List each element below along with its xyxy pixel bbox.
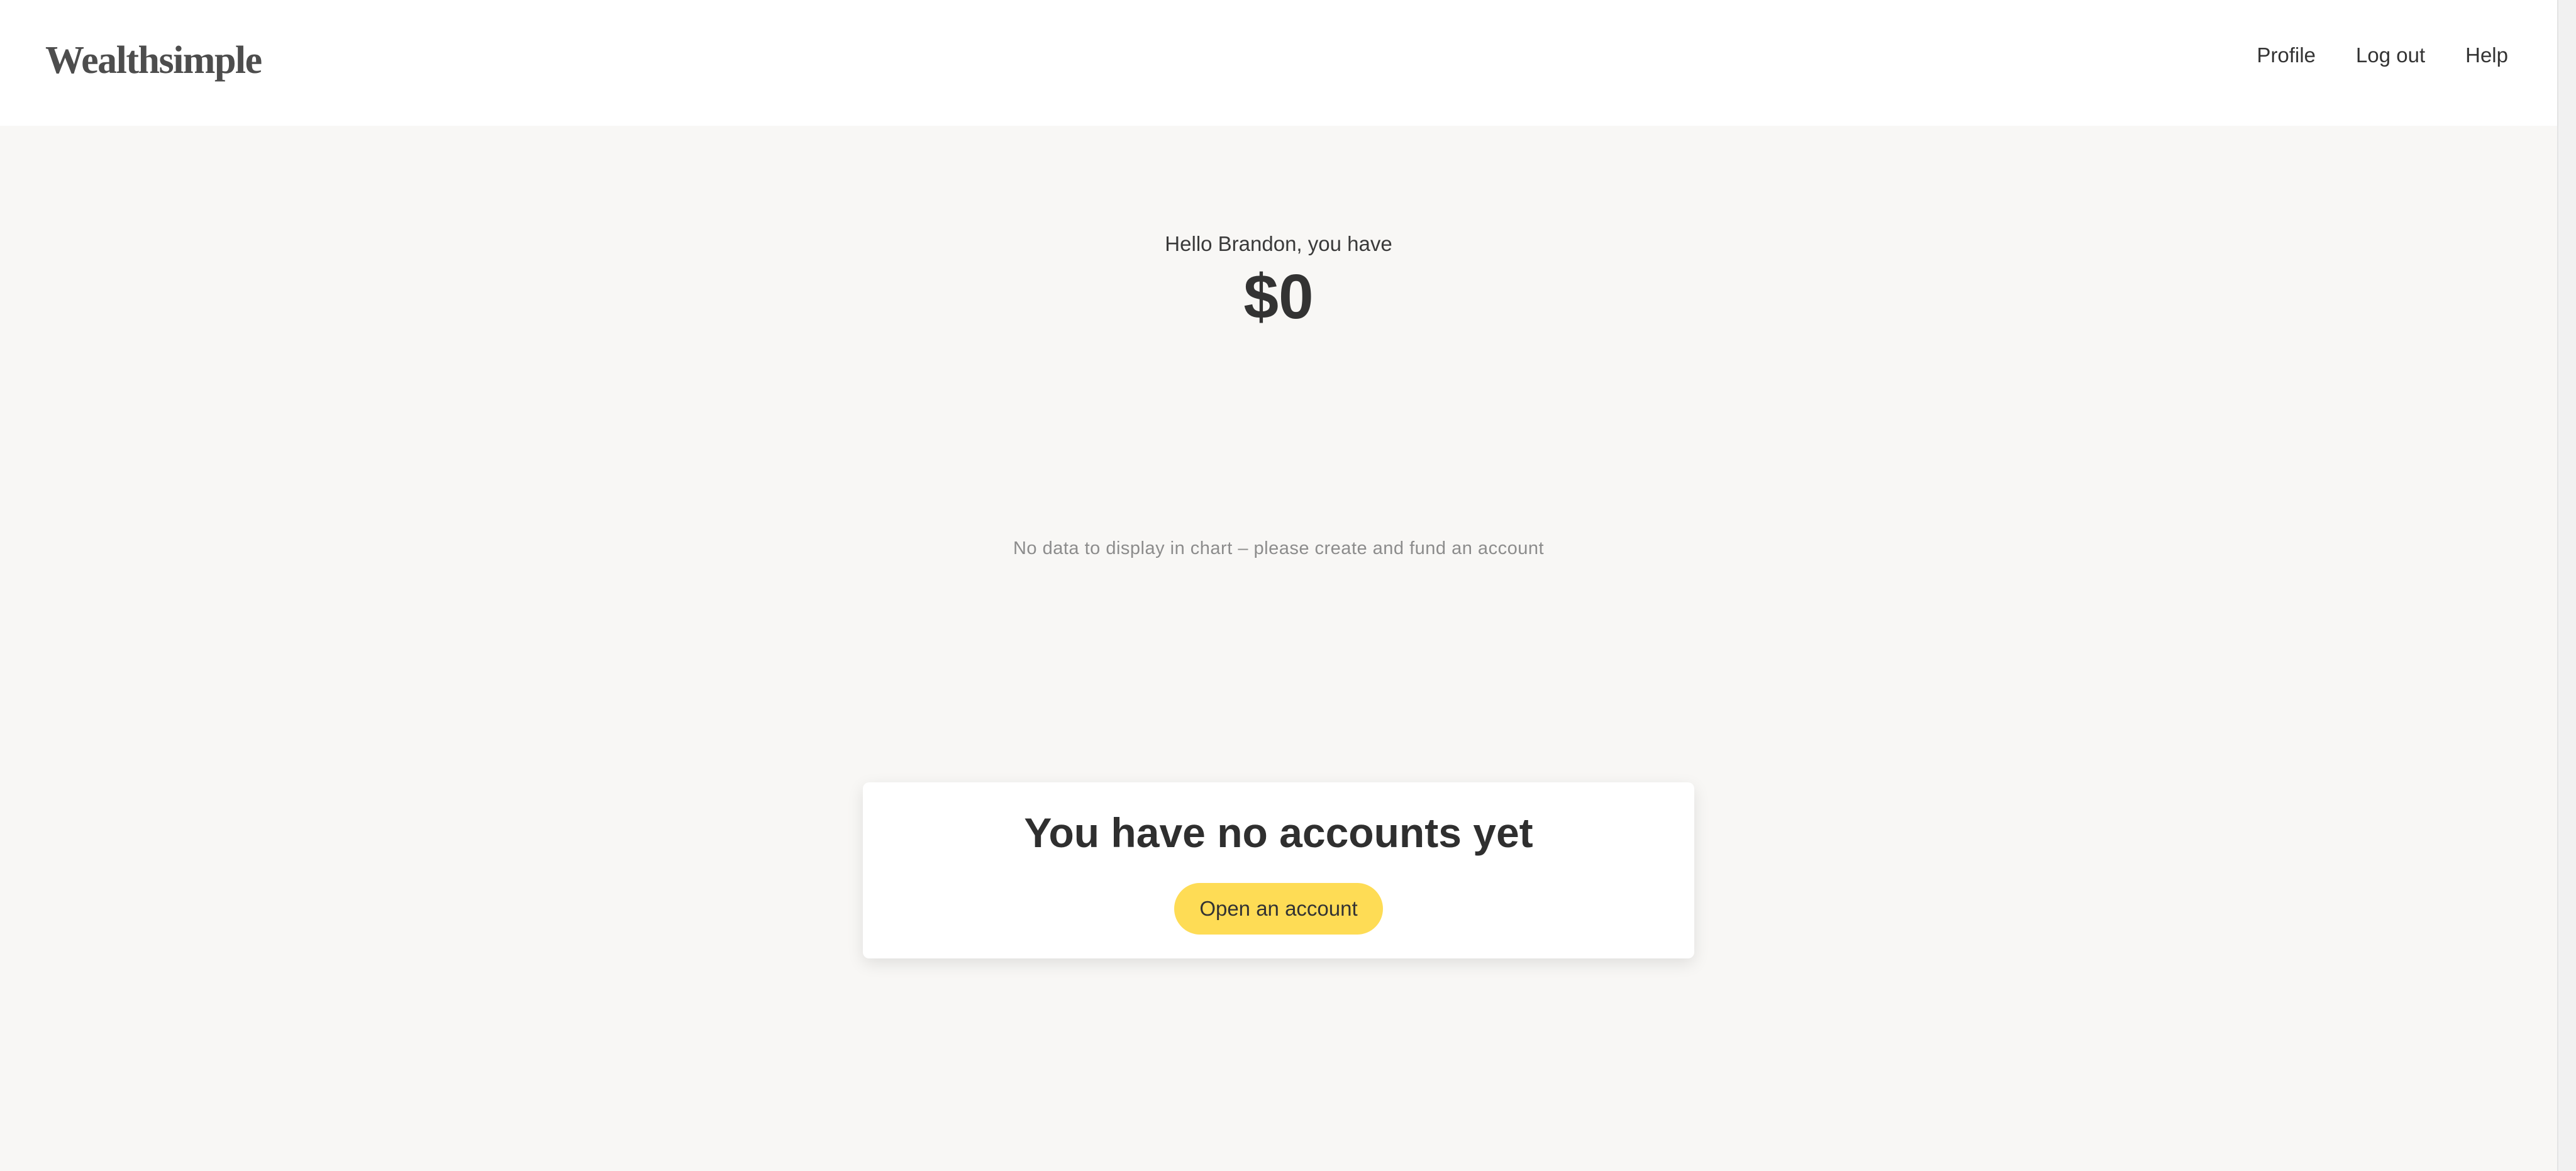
chart-empty-message: No data to display in chart – please cre… [1013, 538, 1545, 558]
page: Wealthsimple Profile Log out Help Hello … [0, 0, 2576, 1171]
greeting-text: Hello Brandon, you have [1165, 232, 1392, 255]
page-scrollbar[interactable] [2557, 0, 2576, 1171]
total-balance: $0 [1243, 262, 1314, 332]
wealthsimple-logo[interactable]: Wealthsimple [45, 38, 262, 83]
no-accounts-title: You have no accounts yet [1024, 809, 1533, 856]
top-header: Wealthsimple Profile Log out Help [0, 0, 2557, 126]
nav-profile-link[interactable]: Profile [2257, 40, 2316, 70]
open-account-button[interactable]: Open an account [1174, 883, 1383, 935]
nav-logout-link[interactable]: Log out [2356, 40, 2425, 70]
nav-help-link[interactable]: Help [2465, 40, 2508, 70]
top-nav: Profile Log out Help [2216, 40, 2508, 70]
no-accounts-card: You have no accounts yet Open an account [863, 782, 1694, 958]
